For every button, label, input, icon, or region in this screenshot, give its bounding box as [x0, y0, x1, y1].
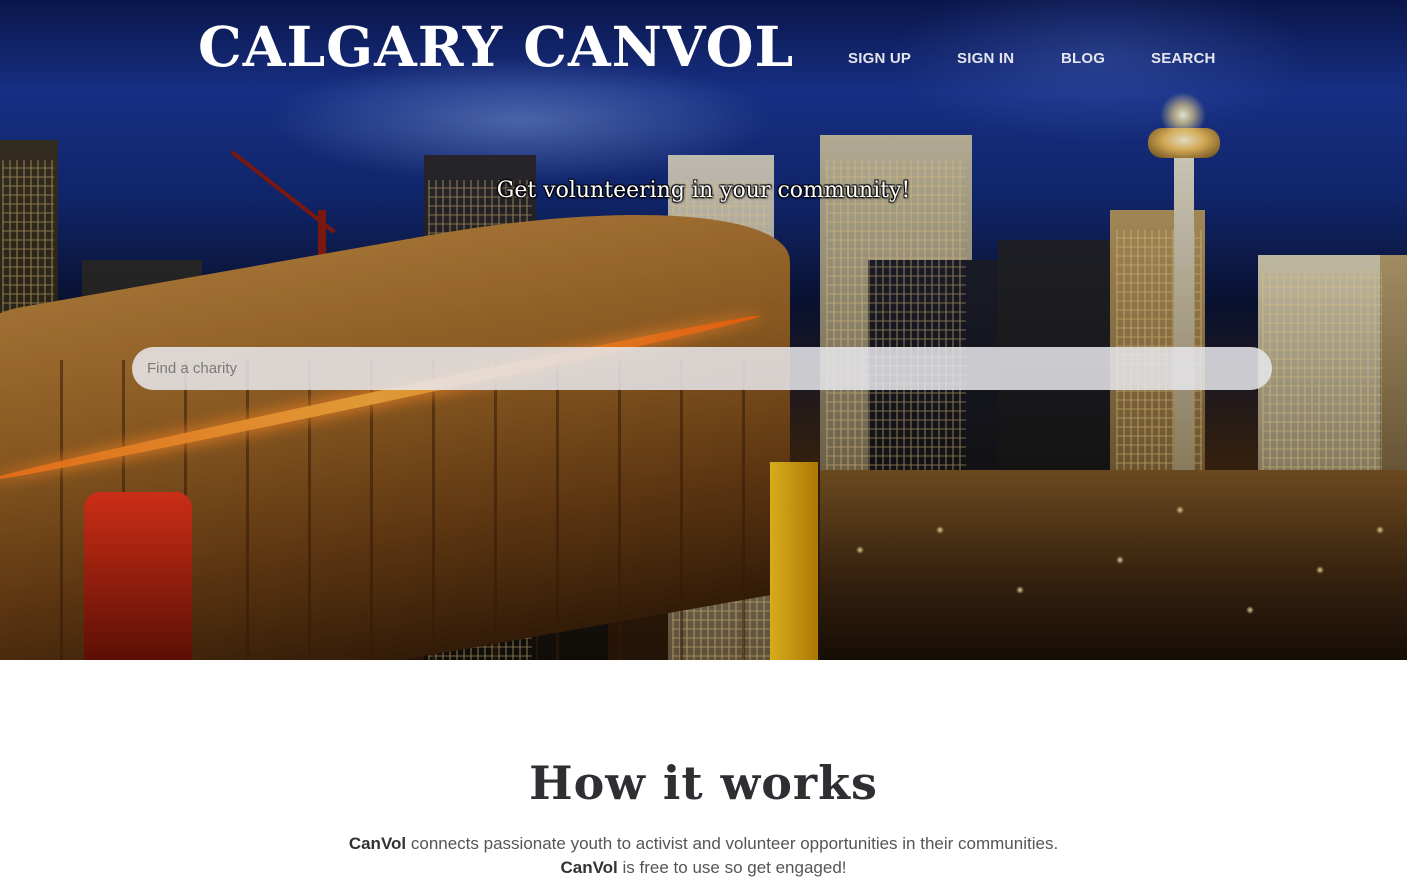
description-line-1: CanVol connects passionate youth to acti…: [0, 832, 1407, 856]
nav-search[interactable]: SEARCH: [1151, 50, 1216, 67]
description-text: is free to use so get engaged!: [617, 858, 847, 877]
hero-banner: CALGARY CANVOL SIGN UP SIGN IN BLOG SEAR…: [0, 0, 1407, 660]
nav-blog[interactable]: BLOG: [1061, 50, 1105, 67]
nav-sign-up[interactable]: SIGN UP: [848, 50, 911, 67]
description-line-2: CanVol is free to use so get engaged!: [0, 856, 1407, 880]
how-it-works-heading: How it works: [529, 756, 878, 810]
nav-sign-in[interactable]: SIGN IN: [957, 50, 1014, 67]
hero-tagline: Get volunteering in your community!: [496, 178, 911, 203]
description-text: connects passionate youth to activist an…: [406, 834, 1059, 853]
site-title[interactable]: CALGARY CANVOL: [198, 14, 794, 79]
brand-name: CanVol: [560, 858, 618, 877]
brand-name: CanVol: [348, 834, 407, 853]
charity-search-input[interactable]: [132, 347, 1272, 390]
how-it-works-description: CanVol connects passionate youth to acti…: [0, 832, 1407, 880]
hero-overlay: [0, 0, 1407, 660]
